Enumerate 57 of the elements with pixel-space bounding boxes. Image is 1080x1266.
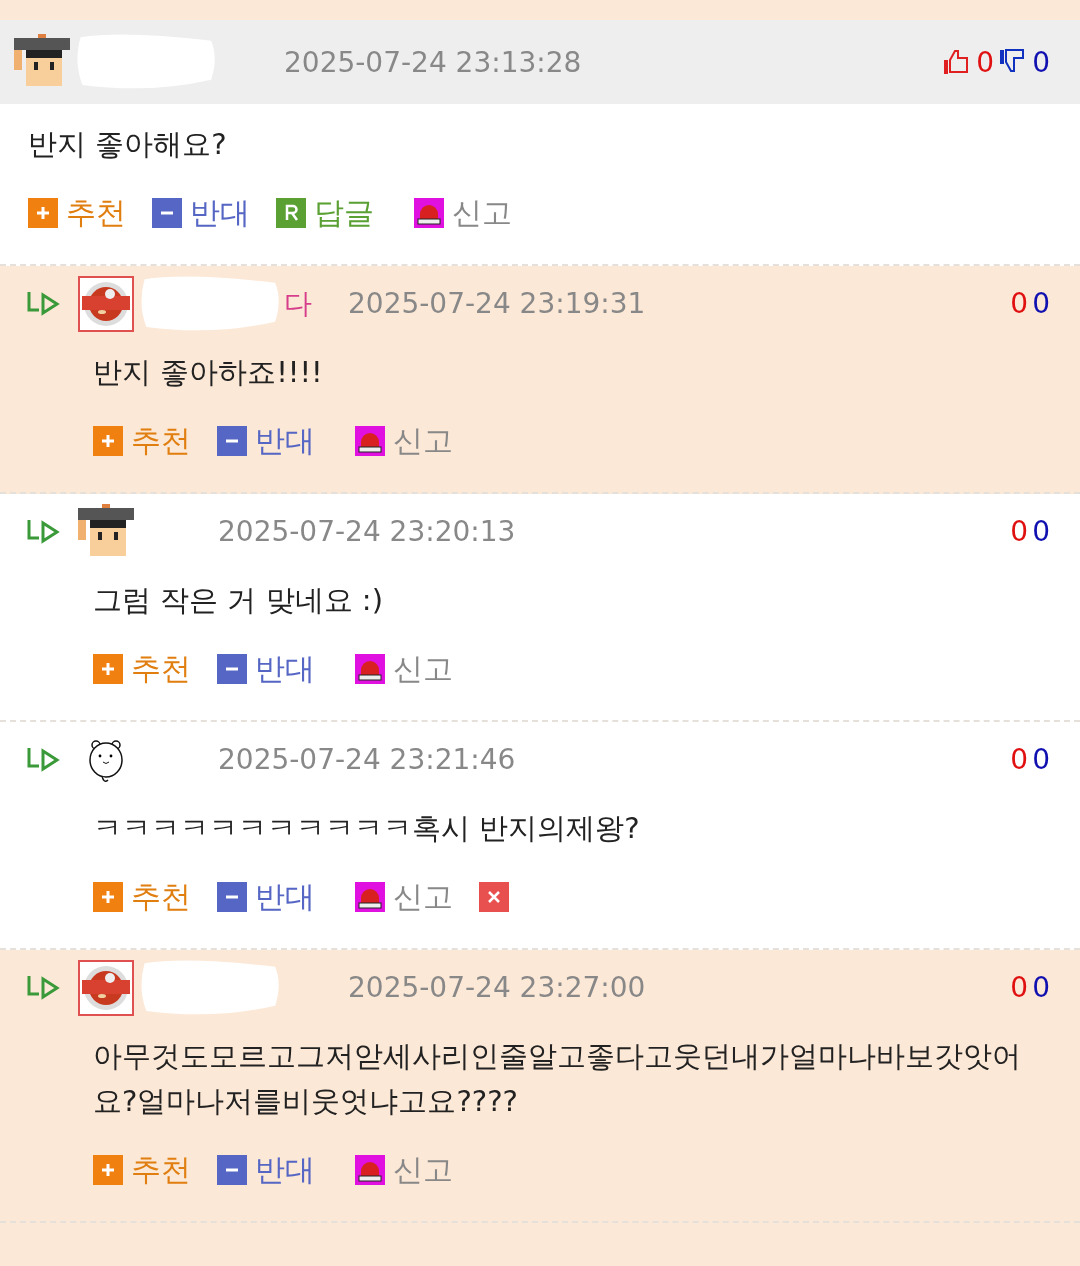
down-button[interactable]: 반대	[217, 876, 315, 918]
upvote-count: 0	[976, 45, 995, 79]
delete-icon	[479, 882, 509, 913]
comment-date: 2025-07-24 23:21:46	[218, 743, 517, 777]
comment-date: 2025-07-24 23:20:13	[218, 515, 517, 549]
minus-icon	[217, 426, 247, 457]
user-name[interactable]: 다	[284, 284, 312, 323]
up-button[interactable]: 추천	[93, 876, 191, 918]
plus-icon	[93, 1155, 123, 1186]
minus-icon	[152, 198, 182, 229]
up-button[interactable]: 추천	[93, 1149, 191, 1191]
report-button[interactable]: 신고	[355, 648, 453, 690]
siren-icon	[355, 882, 385, 913]
downvote-count: 0	[1032, 45, 1050, 79]
minus-icon	[217, 882, 247, 913]
upvote-count: 0	[1010, 287, 1029, 321]
siren-icon	[355, 426, 385, 457]
minus-icon	[217, 1155, 247, 1186]
down-button[interactable]: 반대	[217, 420, 315, 462]
down-button[interactable]: 반대	[217, 648, 315, 690]
avatar-icon	[78, 959, 134, 1016]
plus-icon	[93, 882, 123, 913]
comment-text: 반지 좋아해요?	[27, 126, 228, 163]
upvote-count: 0	[1010, 515, 1029, 549]
siren-icon	[355, 654, 385, 685]
downvote-count: 0	[1032, 971, 1050, 1005]
avatar-icon	[78, 275, 134, 332]
down-button[interactable]: 반대	[217, 1149, 315, 1191]
upvote-count: 0	[1010, 971, 1029, 1005]
minus-icon	[217, 654, 247, 685]
comment-text: 아무것도모르고그저앋세사리인줄알고좋다고웃던내가얼마나바보갓앗어요?얼마나저를비웃엇냐고요????	[92, 1037, 1022, 1120]
comment-text: ㅋㅋㅋㅋㅋㅋㅋㅋㅋㅋㅋ혹시 반지의제왕?	[92, 809, 641, 847]
comment-date: 2025-07-24 23:13:28	[284, 45, 583, 79]
reply-button[interactable]: 답글	[276, 192, 374, 234]
up-button[interactable]: 추천	[28, 192, 126, 234]
reply-icon	[276, 198, 306, 229]
siren-icon	[414, 198, 444, 229]
downvote-count: 0	[1032, 287, 1050, 321]
report-button[interactable]: 신고	[414, 192, 512, 234]
down-button[interactable]: 반대	[152, 192, 250, 234]
plus-icon	[93, 654, 123, 685]
comment-text: 그럼 작은 거 맞네요 :)	[92, 581, 384, 619]
comment-date: 2025-07-24 23:19:31	[348, 287, 647, 321]
up-button[interactable]: 추천	[93, 420, 191, 462]
report-button[interactable]: 신고	[355, 420, 453, 462]
comment-date: 2025-07-24 23:27:00	[348, 971, 647, 1005]
report-button[interactable]: 신고	[355, 876, 453, 918]
comment-text: 반지 좋아하죠!!!!	[92, 353, 324, 391]
delete-button[interactable]	[479, 882, 509, 913]
up-button[interactable]: 추천	[93, 648, 191, 690]
downvote-count: 0	[1032, 515, 1050, 549]
upvote-count: 0	[1010, 743, 1029, 777]
plus-icon	[28, 198, 58, 229]
downvote-count: 0	[1032, 743, 1050, 777]
plus-icon	[93, 426, 123, 457]
report-button[interactable]: 신고	[355, 1149, 453, 1191]
siren-icon	[355, 1155, 385, 1186]
